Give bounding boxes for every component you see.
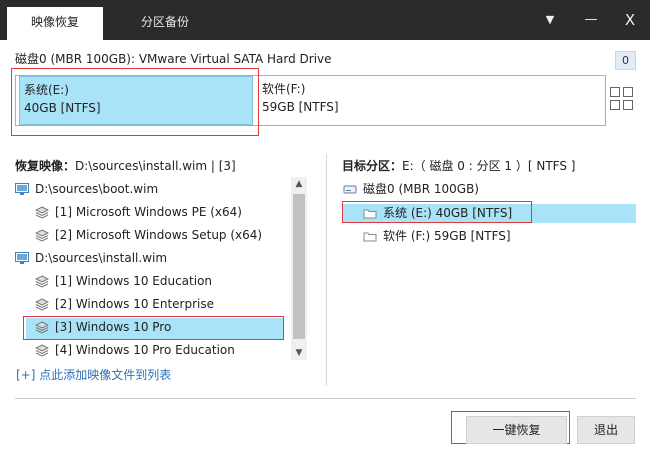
add-image-link[interactable]: [+] 点此添加映像文件到列表 <box>16 366 171 383</box>
image-tree-scrollbar[interactable]: ▲ ▼ <box>291 177 307 360</box>
layers-icon <box>35 298 49 311</box>
folder-icon <box>363 207 377 220</box>
one-click-restore-button[interactable]: 一键恢复 <box>466 416 567 444</box>
restore-image-value: D:\sources\install.wim | [3] <box>75 159 236 173</box>
minimize-icon[interactable]: — <box>580 10 602 30</box>
restore-image-heading: 恢复映像：D:\sources\install.wim | [3] <box>15 157 236 174</box>
tree-item-label: [1] Microsoft Windows PE (x64) <box>55 205 242 219</box>
dropdown-icon[interactable]: ▼ <box>539 10 561 30</box>
partition-software-size: 59GB [NTFS] <box>262 100 339 114</box>
tab-partition-backup[interactable]: 分区备份 <box>110 7 220 40</box>
layers-icon <box>35 206 49 219</box>
partition-software-name: 软件(F:) <box>262 82 306 96</box>
tree-item-label: D:\sources\boot.wim <box>35 182 159 196</box>
target-partition-value: E:（ 磁盘 0 : 分区 1 ）[ NTFS ] <box>402 159 576 173</box>
close-icon[interactable]: X <box>619 10 641 30</box>
partition-software[interactable]: 软件(F:) 59GB [NTFS] <box>258 76 605 125</box>
tree-item-label: 磁盘0 (MBR 100GB) <box>363 182 479 196</box>
target-partition-heading: 目标分区：E:（ 磁盘 0 : 分区 1 ）[ NTFS ] <box>342 157 575 174</box>
footer-divider <box>15 398 636 399</box>
title-bar: 映像恢复 分区备份 ▼ — X <box>0 0 650 40</box>
disk-icon <box>343 183 357 196</box>
tab-image-restore[interactable]: 映像恢复 <box>7 7 103 40</box>
tree-item-label: [2] Windows 10 Enterprise <box>55 297 215 311</box>
layers-icon <box>35 344 49 357</box>
layers-icon <box>35 275 49 288</box>
tree-item-label: 软件 (F:) 59GB [NTFS] <box>383 229 511 243</box>
tree-item-label: [1] Windows 10 Education <box>55 274 213 288</box>
panel-divider <box>326 154 327 386</box>
disk-index-badge[interactable]: 0 <box>615 51 636 70</box>
highlight-box <box>11 68 259 136</box>
folder-icon <box>363 230 377 243</box>
monitor-icon <box>15 183 29 196</box>
layers-icon <box>35 229 49 242</box>
target-partition-label: 目标分区： <box>342 159 403 173</box>
monitor-icon <box>15 252 29 265</box>
image-tree: D:\sources\boot.wim [1] Microsoft Window… <box>15 178 290 360</box>
exit-button[interactable]: 退出 <box>577 416 635 444</box>
tree-item-label: [4] Windows 10 Pro Education <box>55 343 235 357</box>
scroll-up-icon[interactable]: ▲ <box>291 177 307 191</box>
scroll-down-icon[interactable]: ▼ <box>291 346 307 360</box>
tree-item-label: 系统 (E:) 40GB [NTFS] <box>383 206 513 220</box>
tree-item-label: D:\sources\install.wim <box>35 251 168 265</box>
tree-item-label: [3] Windows 10 Pro <box>55 320 172 334</box>
layers-icon <box>35 321 49 334</box>
scrollbar-thumb[interactable] <box>293 194 305 339</box>
restore-image-label: 恢复映像： <box>15 159 76 173</box>
tree-item-label: [2] Microsoft Windows Setup (x64) <box>55 228 263 242</box>
disk-title: 磁盘0 (MBR 100GB): VMware Virtual SATA Har… <box>15 52 332 66</box>
grid-view-icon[interactable] <box>610 87 636 113</box>
